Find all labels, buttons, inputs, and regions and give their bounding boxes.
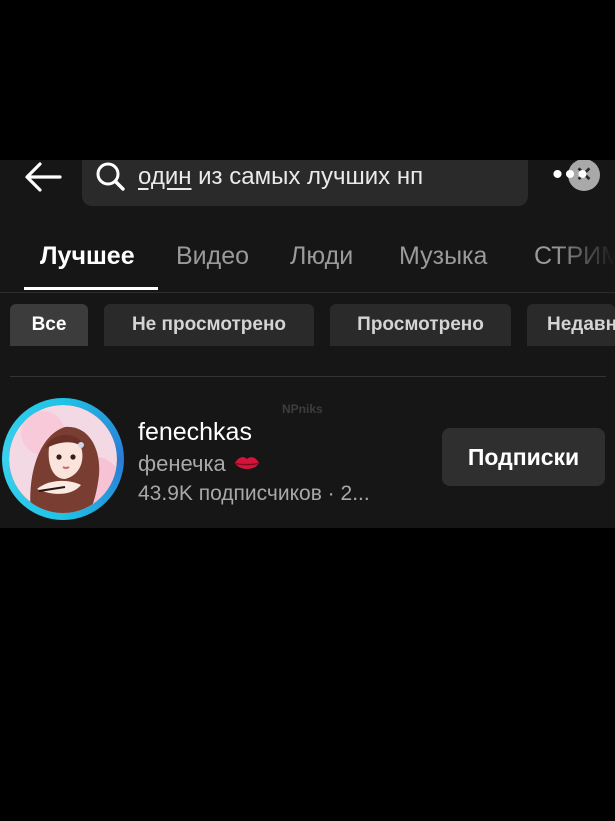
avatar-story-ring[interactable] (2, 398, 124, 520)
results-tabs: Лучшее Видео Люди Музыка СТРИМ (0, 236, 615, 293)
back-arrow-icon (25, 162, 62, 192)
more-icon: ••• (552, 160, 590, 191)
chip-unwatched[interactable]: Не просмотрено (104, 304, 314, 346)
lips-icon (234, 457, 259, 469)
search-icon (96, 162, 125, 191)
username[interactable]: fenechkas (138, 418, 252, 447)
following-button[interactable]: Подписки (442, 428, 605, 486)
filter-chips: Все Не просмотрено Просмотрено Недавн (0, 304, 615, 348)
avatar-illustration-icon (9, 405, 117, 513)
search-input[interactable]: один из самых лучших нп ✕ (82, 160, 600, 206)
search-query-text[interactable]: один из самых лучших нп (138, 163, 490, 191)
avatar (9, 405, 117, 513)
tab-top[interactable]: Лучшее (40, 242, 135, 271)
section-divider (10, 376, 606, 377)
tabs-fade (555, 236, 615, 286)
tab-people[interactable]: Люди (290, 242, 353, 271)
active-tab-indicator (24, 287, 158, 290)
tab-videos[interactable]: Видео (176, 242, 249, 271)
display-name: фенечка (138, 451, 260, 477)
chip-watched[interactable]: Просмотрено (330, 304, 511, 346)
search-query-rest: из самых лучших нп (191, 163, 424, 190)
chip-all[interactable]: Все (10, 304, 88, 346)
tab-music[interactable]: Музыка (399, 242, 487, 271)
more-options-button[interactable]: ••• (548, 160, 594, 194)
follower-count: 43.9K подписчиков · 2... (138, 482, 370, 505)
user-result-row[interactable]: fenechkas фенечка 43.9K подписчиков · 2.… (0, 396, 615, 528)
search-header: один из самых лучших нп ✕ ••• (0, 160, 615, 210)
display-name-text: фенечка (138, 451, 226, 476)
back-button[interactable] (22, 160, 66, 196)
search-query-underlined: один (138, 163, 192, 190)
chip-recent[interactable]: Недавн (527, 304, 615, 346)
search-results-screen: один из самых лучших нп ✕ ••• Лучшее Вид… (0, 160, 615, 528)
